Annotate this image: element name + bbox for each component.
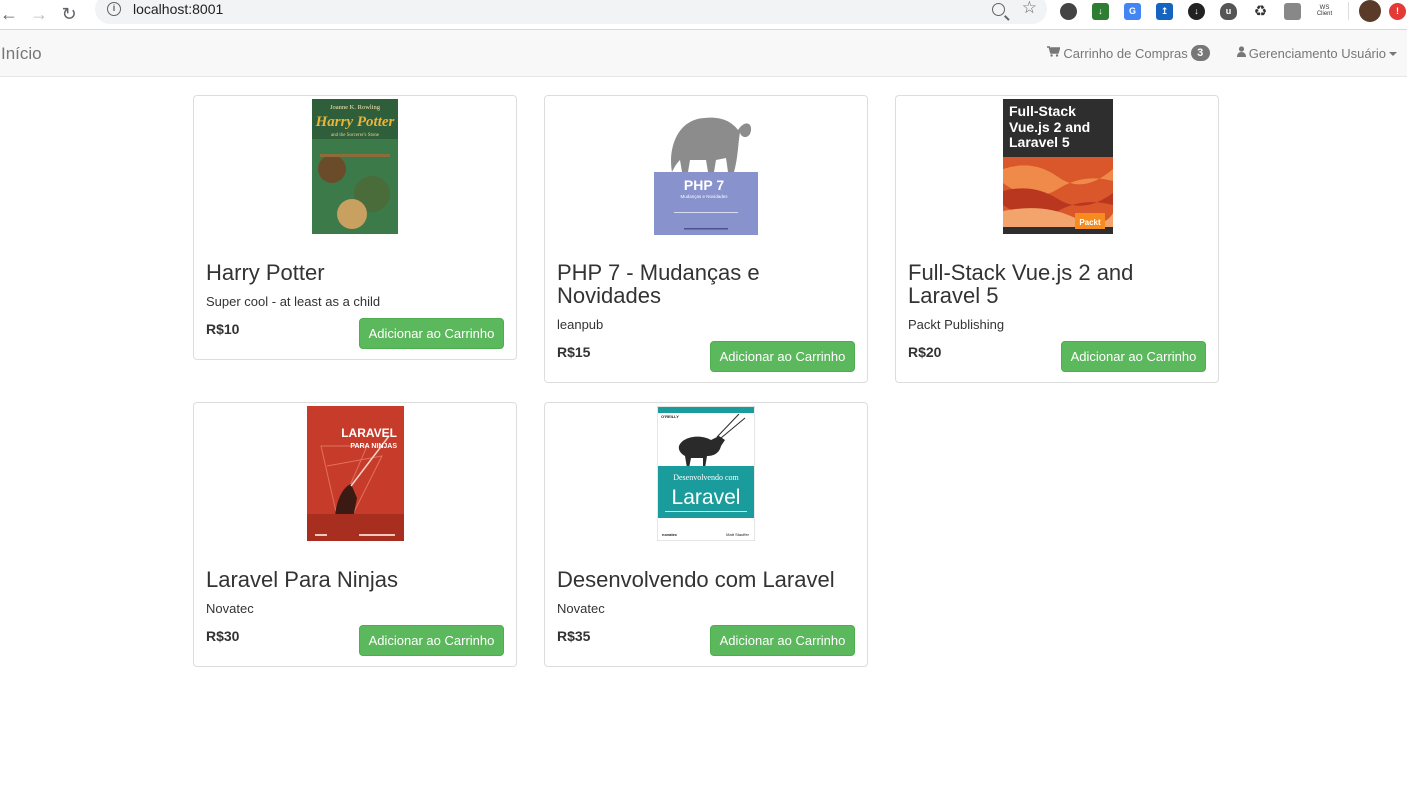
product-publisher: Novatec — [206, 601, 254, 616]
toolbar-separator — [1348, 2, 1349, 20]
book-cover-image: O'REILLY Desenvolvendo com Laravel novat… — [657, 406, 755, 541]
navbar-right: Carrinho de Compras 3 Gerenciamento Usuá… — [1047, 45, 1397, 61]
svg-text:Packt: Packt — [1079, 218, 1101, 227]
svg-text:PARA NINJAS: PARA NINJAS — [350, 443, 397, 450]
product-title[interactable]: PHP 7 - Mudanças e Novidades — [557, 261, 857, 307]
app-navbar: Início Carrinho de Compras 3 Gerenciamen… — [0, 30, 1407, 77]
svg-text:O'REILLY: O'REILLY — [661, 414, 679, 419]
ublock-icon[interactable]: u — [1220, 2, 1237, 20]
ws-client-icon[interactable]: WS Client — [1316, 3, 1333, 20]
extensions-bar: ↓ G ↥ ↓ u ♻ WS Client ! — [1060, 0, 1407, 22]
translate-icon[interactable]: G — [1124, 2, 1141, 20]
reload-icon[interactable]: ↻ — [54, 3, 84, 27]
user-menu-dropdown[interactable]: Gerenciamento Usuário — [1236, 45, 1397, 61]
address-bar[interactable]: i localhost:8001 ☆ — [95, 0, 1047, 24]
book-cover-image: Joanne K. Rowling Harry Potter and the S… — [312, 99, 398, 234]
product-title[interactable]: Desenvolvendo com Laravel — [557, 568, 857, 591]
svg-text:and the Sorcerer's Stone: and the Sorcerer's Stone — [331, 133, 380, 138]
product-price: R$15 — [557, 344, 591, 360]
cart-label: Carrinho de Compras — [1063, 45, 1188, 61]
svg-text:LARAVEL: LARAVEL — [341, 426, 397, 440]
product-price: R$10 — [206, 321, 240, 337]
bookmark-star-icon[interactable]: ☆ — [1022, 0, 1037, 18]
svg-text:Laravel: Laravel — [672, 486, 741, 509]
clip-icon[interactable]: ↓ — [1188, 2, 1205, 20]
url-text[interactable]: localhost:8001 — [133, 1, 223, 17]
svg-text:PHP 7: PHP 7 — [684, 177, 724, 193]
site-info-icon[interactable]: i — [107, 2, 121, 16]
product-price: R$35 — [557, 628, 591, 644]
cart-link[interactable]: Carrinho de Compras 3 — [1047, 45, 1210, 61]
book-cover-image: Full-Stack Vue.js 2 and Laravel 5 Packt — [1003, 99, 1113, 234]
add-to-cart-button[interactable]: Adicionar ao Carrinho — [710, 625, 855, 656]
book-cover-image: LARAVEL PARA NINJAS — [307, 406, 404, 541]
product-card: PHP 7 Mudanças e Novidades PHP 7 - Mudan… — [544, 95, 868, 383]
brand-link[interactable]: Início — [1, 44, 42, 64]
shopping-cart-icon — [1047, 46, 1062, 60]
add-to-cart-button[interactable]: Adicionar ao Carrinho — [359, 625, 504, 656]
product-title[interactable]: Full-Stack Vue.js 2 and Laravel 5 — [908, 261, 1208, 307]
download-icon[interactable]: ↓ — [1092, 2, 1109, 20]
user-menu-label: Gerenciamento Usuário — [1248, 45, 1386, 61]
product-card: O'REILLY Desenvolvendo com Laravel novat… — [544, 402, 868, 667]
svg-text:novatec: novatec — [662, 532, 678, 537]
product-publisher: leanpub — [557, 317, 604, 332]
svg-text:Joanne K. Rowling: Joanne K. Rowling — [330, 104, 381, 111]
browser-toolbar: ← → ↻ i localhost:8001 ☆ ↓ G ↥ ↓ u ♻ WS C… — [0, 0, 1407, 30]
chevron-down-icon — [1389, 52, 1397, 56]
forward-arrow-icon[interactable]: → — [24, 3, 54, 27]
add-to-cart-button[interactable]: Adicionar ao Carrinho — [1061, 341, 1206, 372]
book-cover-image: PHP 7 Mudanças e Novidades — [654, 117, 758, 235]
alert-icon[interactable]: ! — [1389, 2, 1406, 20]
product-card: LARAVEL PARA NINJAS Laravel Para Ninjas … — [193, 402, 517, 667]
product-title[interactable]: Harry Potter — [206, 261, 506, 284]
product-publisher: Novatec — [557, 601, 605, 616]
back-arrow-icon[interactable]: ← — [0, 3, 24, 27]
product-price: R$20 — [908, 344, 942, 360]
svg-text:Mudanças e Novidades: Mudanças e Novidades — [680, 194, 728, 199]
svg-text:Desenvolvendo com: Desenvolvendo com — [673, 473, 739, 482]
cart-count-badge: 3 — [1190, 45, 1210, 61]
recycle-icon[interactable]: ♻ — [1252, 3, 1269, 20]
glasses-icon[interactable] — [1060, 2, 1077, 20]
export-icon[interactable]: ↥ — [1156, 2, 1173, 20]
svg-text:Matt Stauffer: Matt Stauffer — [726, 532, 749, 537]
product-publisher: Packt Publishing — [908, 317, 1005, 332]
avatar[interactable] — [1359, 0, 1381, 22]
product-title[interactable]: Laravel Para Ninjas — [206, 568, 506, 591]
product-card: Joanne K. Rowling Harry Potter and the S… — [193, 95, 517, 360]
puzzle-icon[interactable] — [1284, 2, 1301, 20]
add-to-cart-button[interactable]: Adicionar ao Carrinho — [359, 318, 504, 349]
zoom-icon[interactable] — [992, 3, 1005, 16]
user-icon — [1236, 46, 1246, 60]
product-price: R$30 — [206, 628, 240, 644]
add-to-cart-button[interactable]: Adicionar ao Carrinho — [710, 341, 855, 372]
svg-text:Harry Potter: Harry Potter — [315, 114, 395, 130]
product-card: Full-Stack Vue.js 2 and Laravel 5 Packt … — [895, 95, 1219, 383]
product-publisher: Super cool - at least as a child — [206, 294, 381, 309]
